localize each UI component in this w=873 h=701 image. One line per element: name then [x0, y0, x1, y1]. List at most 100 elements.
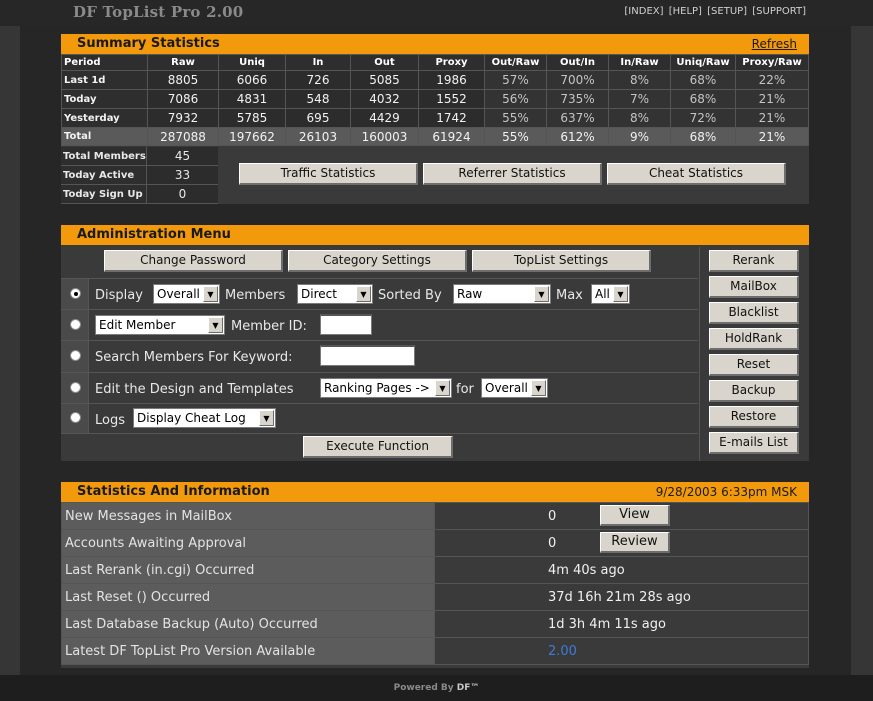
reset-button[interactable]: Reset: [709, 354, 799, 376]
cell-uniq-raw: 68%: [670, 127, 736, 146]
col-in-raw: In/Raw: [608, 54, 671, 71]
search-keyword-label: Search Members For Keyword:: [95, 350, 293, 365]
nav-help-link[interactable]: [HELP]: [669, 6, 702, 17]
cell-uniq: 5785: [218, 108, 286, 128]
cell-uniq: 197662: [218, 127, 286, 146]
cell-out-raw: 56%: [484, 89, 547, 109]
refresh-link[interactable]: Refresh: [752, 37, 797, 51]
member-id-input[interactable]: [320, 314, 372, 335]
members-type-select[interactable]: Direct ▼: [297, 284, 373, 304]
member-count-label: Today Sign Up: [61, 185, 147, 203]
edit-member-radio[interactable]: [70, 319, 81, 330]
logs-radio[interactable]: [70, 412, 81, 423]
statistics-information-panel: Statistics And Information 9/28/2003 6:3…: [61, 482, 809, 668]
cell-out: 4032: [350, 89, 419, 109]
cell-proxy-raw: 22%: [735, 70, 809, 90]
info-label: Last Reset () Occurred: [61, 583, 435, 611]
execute-function-button[interactable]: Execute Function: [303, 436, 453, 458]
cell-out-raw: 55%: [484, 127, 547, 146]
max-value: All: [595, 287, 610, 301]
cell-uniq-raw: 68%: [670, 70, 736, 90]
latest-version-link[interactable]: 2.00: [548, 644, 577, 659]
footer-brand-logo: DF™: [456, 683, 480, 693]
holdrank-button[interactable]: HoldRank: [709, 328, 799, 350]
backup-button[interactable]: Backup: [709, 380, 799, 402]
template-select[interactable]: Ranking Pages -> ▼: [320, 378, 452, 398]
col-period: Period: [61, 54, 148, 71]
rerank-button[interactable]: Rerank: [709, 250, 799, 272]
radio-cell: [61, 404, 89, 433]
sorted-by-label: Sorted By: [378, 288, 442, 303]
nav-index-link[interactable]: [INDEX]: [624, 6, 663, 17]
display-radio[interactable]: [70, 288, 81, 299]
template-category-select[interactable]: Overall ▼: [481, 378, 548, 398]
chevron-down-icon: ▼: [435, 380, 450, 396]
table-row: Last Rerank (in.cgi) Occurred 4m 40s ago: [61, 556, 809, 584]
table-row: Last Database Backup (Auto) Occurred 1d …: [61, 610, 809, 638]
radio-cell: [61, 279, 89, 309]
nav-setup-link[interactable]: [SETUP]: [707, 6, 747, 17]
cell-raw: 7932: [147, 108, 219, 128]
cell-out-raw: 55%: [484, 108, 547, 128]
view-mailbox-button[interactable]: View: [600, 505, 670, 526]
edit-design-radio[interactable]: [70, 382, 81, 393]
info-label: Last Database Backup (Auto) Occurred: [61, 610, 435, 638]
summary-title: Summary Statistics: [77, 36, 220, 51]
member-action-select[interactable]: Edit Member ▼: [95, 315, 225, 335]
col-uniq: Uniq: [218, 54, 286, 71]
cell-in: 548: [285, 89, 351, 109]
log-type-value: Display Cheat Log: [137, 411, 246, 425]
member-count-value: 0: [147, 185, 218, 203]
table-row: Today 7086 4831 548 4032 1552 56% 735% 7…: [61, 89, 809, 109]
traffic-statistics-button[interactable]: Traffic Statistics: [239, 163, 418, 185]
cheat-statistics-button[interactable]: Cheat Statistics: [607, 163, 786, 185]
max-select[interactable]: All ▼: [591, 284, 630, 304]
top-nav: [INDEX] [HELP] [SETUP] [SUPPORT]: [622, 6, 806, 17]
summary-table: Period Raw Uniq In Out Proxy Out/Raw Out…: [61, 54, 809, 146]
top-bar: DF TopList Pro 2.00 [INDEX] [HELP] [SETU…: [0, 0, 873, 26]
log-type-select[interactable]: Display Cheat Log ▼: [133, 408, 276, 428]
col-proxy-raw: Proxy/Raw: [735, 54, 809, 71]
display-label: Display: [95, 288, 143, 303]
row-period: Last 1d: [61, 70, 148, 90]
referrer-statistics-button[interactable]: Referrer Statistics: [423, 163, 602, 185]
execute-row: Execute Function: [61, 433, 698, 461]
category-settings-button[interactable]: Category Settings: [288, 250, 467, 272]
table-row: Yesterday 7932 5785 695 4429 1742 55% 63…: [61, 108, 809, 128]
col-out: Out: [350, 54, 419, 71]
display-category-select[interactable]: Overall ▼: [153, 284, 220, 304]
change-password-button[interactable]: Change Password: [104, 250, 283, 272]
restore-button[interactable]: Restore: [709, 406, 799, 428]
left-margin: [0, 26, 20, 675]
member-counts: Total Members 45 Today Active 33 Today S…: [61, 147, 218, 204]
list-item: Today Active 33: [61, 166, 218, 185]
toplist-settings-button[interactable]: TopList Settings: [472, 250, 651, 272]
footer: Powered By DF™: [0, 675, 873, 701]
sort-field-select[interactable]: Raw ▼: [453, 284, 551, 304]
table-row-total: Total 287088 197662 26103 160003 61924 5…: [61, 127, 809, 146]
chevron-down-icon: ▼: [203, 286, 218, 302]
blacklist-button[interactable]: Blacklist: [709, 302, 799, 324]
col-out-in: Out/In: [546, 54, 609, 71]
members-label: Members: [225, 288, 286, 303]
logs-row: Logs Display Cheat Log ▼: [61, 403, 698, 433]
cell-in-raw: 8%: [608, 108, 671, 128]
list-item: Total Members 45: [61, 147, 218, 166]
emails-list-button[interactable]: E-mails List: [709, 432, 799, 454]
radio-cell: [61, 341, 89, 372]
summary-header: Summary Statistics Refresh: [61, 34, 809, 54]
edit-member-row: Edit Member ▼ Member ID:: [61, 309, 698, 340]
search-members-radio[interactable]: [70, 350, 81, 361]
col-in: In: [285, 54, 351, 71]
cell-in: 26103: [285, 127, 351, 146]
summary-header-row: Period Raw Uniq In Out Proxy Out/Raw Out…: [61, 54, 809, 71]
chevron-down-icon: ▼: [259, 410, 274, 426]
mailbox-button[interactable]: MailBox: [709, 276, 799, 298]
nav-support-link[interactable]: [SUPPORT]: [752, 6, 806, 17]
search-keyword-input[interactable]: [320, 345, 415, 366]
col-raw: Raw: [147, 54, 219, 71]
review-accounts-button[interactable]: Review: [600, 532, 670, 553]
info-title: Statistics And Information: [77, 484, 270, 499]
display-members-row: Display Overall ▼ Members Direct ▼ Sorte…: [61, 278, 698, 309]
member-count-label: Total Members: [61, 147, 147, 165]
